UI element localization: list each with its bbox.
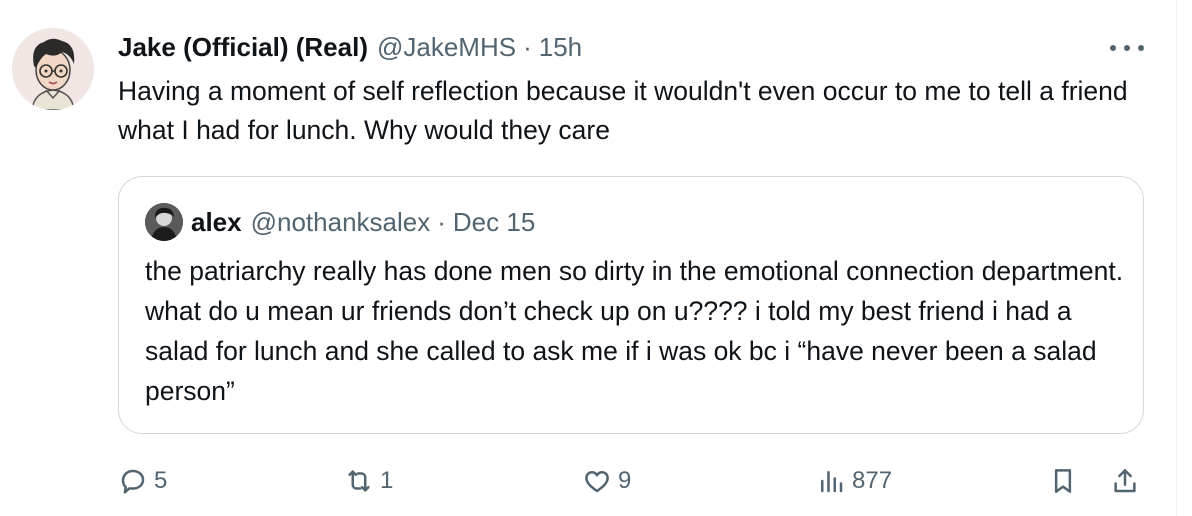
like-count: 9: [618, 467, 632, 494]
quoted-tweet[interactable]: alex @nothanksalex · Dec 15 the patriarc…: [118, 176, 1144, 434]
quoted-author-name[interactable]: alex: [191, 205, 242, 239]
quoted-tweet-header: alex @nothanksalex · Dec 15: [191, 205, 535, 239]
quoted-author-handle[interactable]: @nothanksalex: [251, 205, 431, 239]
reply-count: 5: [154, 467, 168, 494]
header-separator: ·: [523, 32, 532, 62]
views-button[interactable]: 877: [816, 458, 892, 504]
quoted-header-separator: ·: [437, 207, 446, 237]
more-dots-icon[interactable]: [1110, 38, 1144, 58]
reply-icon: [121, 469, 145, 494]
author-avatar[interactable]: [12, 28, 94, 110]
repost-icon: [348, 470, 370, 492]
like-button[interactable]: 9: [582, 458, 631, 504]
tweet-timestamp[interactable]: 15h: [539, 30, 582, 64]
timeline-divider: [1176, 0, 1177, 516]
heart-icon: [585, 471, 609, 493]
bookmark-button[interactable]: [1048, 458, 1078, 504]
author-name[interactable]: Jake (Official) (Real): [118, 30, 368, 64]
tweet-header: Jake (Official) (Real) @JakeMHS · 15h: [118, 30, 582, 64]
tweet-card[interactable]: Jake (Official) (Real) @JakeMHS · 15h Ha…: [0, 0, 1192, 516]
quoted-tweet-text: the patriarchy really has done men so di…: [145, 256, 1124, 406]
tweet-actions-bar: 5 1 9 877: [118, 458, 1148, 504]
tweet-text: Having a moment of self reflection becau…: [118, 76, 1128, 145]
share-icon: [1114, 469, 1136, 493]
reply-button[interactable]: 5: [118, 458, 167, 504]
author-handle[interactable]: @JakeMHS: [377, 30, 516, 64]
quoted-author-avatar[interactable]: [145, 203, 183, 241]
repost-button[interactable]: 1: [344, 458, 393, 504]
share-button[interactable]: [1110, 458, 1140, 504]
views-count: 877: [852, 467, 893, 494]
analytics-icon: [821, 471, 843, 493]
repost-count: 1: [380, 467, 394, 494]
quoted-avatar-photo: [145, 203, 183, 241]
quoted-tweet-date[interactable]: Dec 15: [453, 205, 535, 239]
author-avatar-illustration: [12, 28, 94, 110]
bookmark-icon: [1054, 469, 1072, 493]
